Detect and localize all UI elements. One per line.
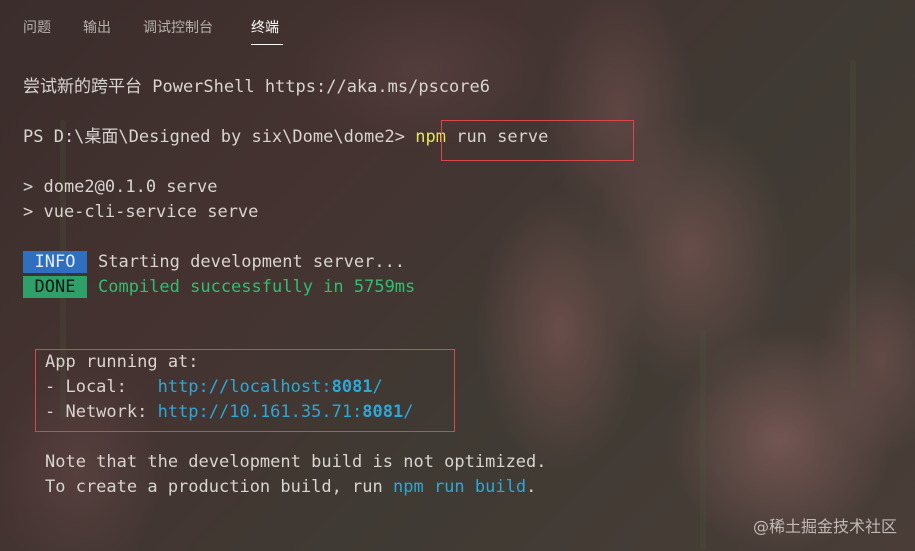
script-line-1: > dome2@0.1.0 serve	[23, 177, 218, 197]
tab-problems[interactable]: 问题	[23, 17, 51, 37]
terminal-banner: 尝试新的跨平台 PowerShell https://aka.ms/pscore…	[23, 77, 490, 97]
urls-highlight-box	[35, 349, 455, 432]
background-stem	[850, 60, 856, 390]
script-line-2: > vue-cli-service serve	[23, 202, 259, 222]
done-line: DONE Compiled successfully in 5759ms	[23, 276, 415, 298]
done-badge: DONE	[23, 276, 87, 298]
done-text: Compiled successfully in 5759ms	[98, 277, 416, 297]
active-tab-indicator	[251, 44, 283, 45]
panel-tab-bar: 问题 输出 调试控制台 终端	[0, 0, 915, 48]
background-stem	[700, 330, 706, 550]
build-command: npm run build	[393, 477, 527, 497]
watermark: @稀土掘金技术社区	[752, 517, 897, 536]
terminal-prompt: PS D:\桌面\Designed by six\Dome\dome2>	[23, 127, 405, 147]
tab-debug-console[interactable]: 调试控制台	[143, 17, 213, 37]
tab-output[interactable]: 输出	[83, 17, 111, 37]
info-line: INFO Starting development server...	[23, 251, 405, 273]
info-text: Starting development server...	[98, 252, 406, 272]
command-highlight-box	[441, 120, 634, 161]
tab-terminal[interactable]: 终端	[251, 17, 279, 37]
production-build-line: To create a production build, run npm ru…	[45, 477, 537, 497]
note-line: Note that the development build is not o…	[45, 452, 547, 472]
info-badge: INFO	[23, 251, 87, 273]
